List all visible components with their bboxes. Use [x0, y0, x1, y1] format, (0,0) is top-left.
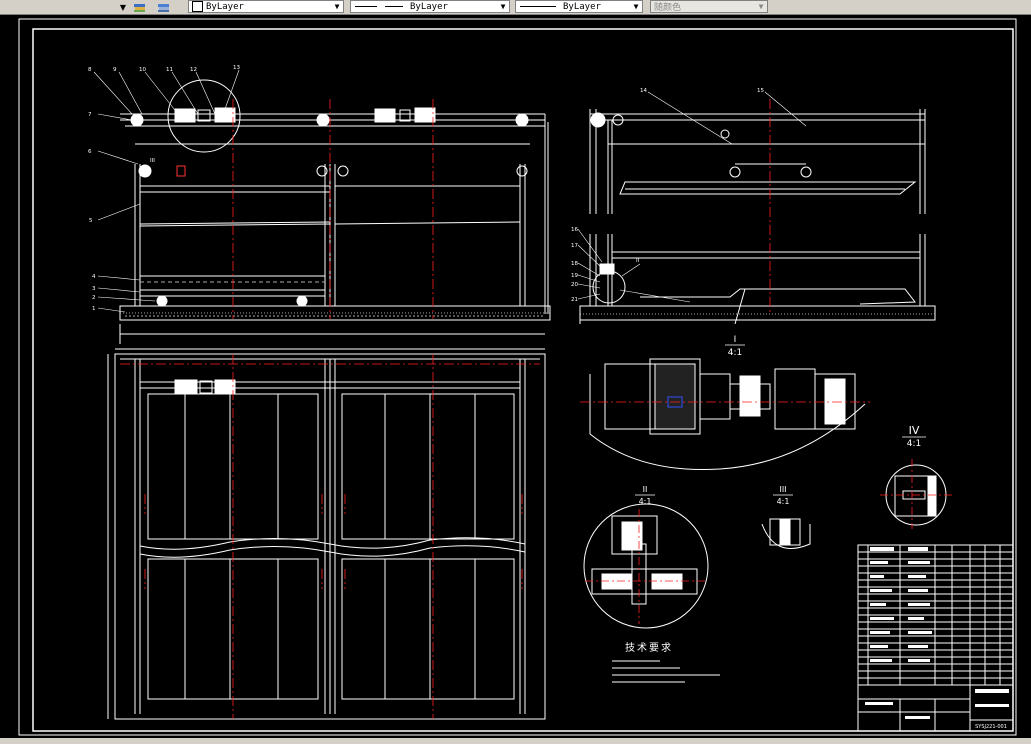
chevron-down-icon[interactable]: ▼ — [331, 1, 343, 12]
front-view-centerlines — [232, 99, 434, 319]
layer-states-icon[interactable] — [132, 1, 148, 13]
detail-I-view — [589, 358, 866, 471]
tech-requirements-notes — [612, 660, 720, 683]
svg-text:5: 5 — [89, 218, 93, 224]
detail-I-label: I — [734, 335, 737, 345]
detail-IV-scale: 4:1 — [907, 439, 921, 449]
command-line-strip[interactable] — [0, 738, 1031, 744]
svg-text:3: 3 — [92, 286, 96, 292]
layer-combo[interactable]: ByLayer ▼ — [188, 0, 344, 13]
layer-combo-value: ByLayer — [206, 1, 244, 12]
svg-text:1: 1 — [92, 306, 96, 312]
drawing-canvas[interactable]: I 4:1 II 4:1 III 4:1 IV 4:1 技术要求 SYSJ221… — [0, 14, 1031, 740]
top-view — [107, 348, 546, 720]
layer-color-swatch-icon — [192, 1, 203, 12]
lineweight-combo[interactable]: ByLayer ▼ — [515, 0, 643, 13]
svg-text:II: II — [636, 258, 640, 264]
svg-text:8: 8 — [88, 67, 92, 73]
tech-requirements-title: 技术要求 — [625, 641, 673, 654]
svg-text:III: III — [150, 158, 155, 164]
detail-II-centerline — [585, 509, 705, 624]
svg-text:2: 2 — [92, 295, 96, 301]
front-view — [119, 79, 551, 344]
detail-I-scale: 4:1 — [728, 348, 742, 358]
detail-III-label: III — [779, 485, 786, 494]
svg-text:18: 18 — [571, 261, 578, 267]
svg-text:21: 21 — [571, 297, 578, 303]
plotstyle-combo[interactable]: 随颜色 ▼ — [650, 0, 768, 13]
detail-II-label: II — [643, 485, 648, 494]
layer-previous-icon[interactable] — [156, 1, 172, 13]
svg-text:17: 17 — [571, 243, 578, 249]
chevron-down-icon[interactable]: ▼ — [497, 1, 509, 12]
svg-text:14: 14 — [640, 88, 647, 94]
svg-text:20: 20 — [571, 282, 578, 288]
detail-III-view — [761, 518, 811, 549]
toolbar-dropdown-icon[interactable]: ▼ — [118, 1, 128, 13]
svg-text:6: 6 — [88, 149, 92, 155]
linetype-preview-2 — [385, 6, 403, 7]
drawing-number: SYSJ221-001 — [975, 724, 1007, 730]
detail-IV-centerline — [880, 459, 952, 529]
svg-text:4: 4 — [92, 274, 96, 280]
detail-IV-label: IV — [909, 424, 920, 437]
plotstyle-combo-value: 随颜色 — [654, 3, 682, 13]
linetype-combo[interactable]: ByLayer ▼ — [350, 0, 510, 13]
linetype-combo-value: ByLayer — [410, 1, 448, 12]
detail-II-scale: 4:1 — [639, 497, 652, 506]
svg-text:9: 9 — [113, 67, 117, 73]
svg-text:7: 7 — [88, 112, 92, 118]
svg-text:13: 13 — [233, 65, 240, 71]
svg-text:19: 19 — [571, 273, 578, 279]
detail-III-scale: 4:1 — [777, 497, 790, 506]
detail-II-circle — [592, 270, 626, 304]
linetype-preview — [355, 6, 377, 7]
svg-text:15: 15 — [757, 88, 764, 94]
chevron-down-icon[interactable]: ▼ — [630, 1, 642, 12]
detail-II-view — [583, 503, 709, 629]
lineweight-combo-value: ByLayer — [563, 1, 601, 12]
chevron-down-icon[interactable]: ▼ — [755, 1, 767, 12]
lineweight-preview — [520, 6, 556, 7]
side-view — [579, 109, 936, 325]
callouts-left: 1 2 3 4 5 6 7 8 9 10 11 12 13 III — [88, 65, 240, 312]
svg-text:16: 16 — [571, 227, 578, 233]
